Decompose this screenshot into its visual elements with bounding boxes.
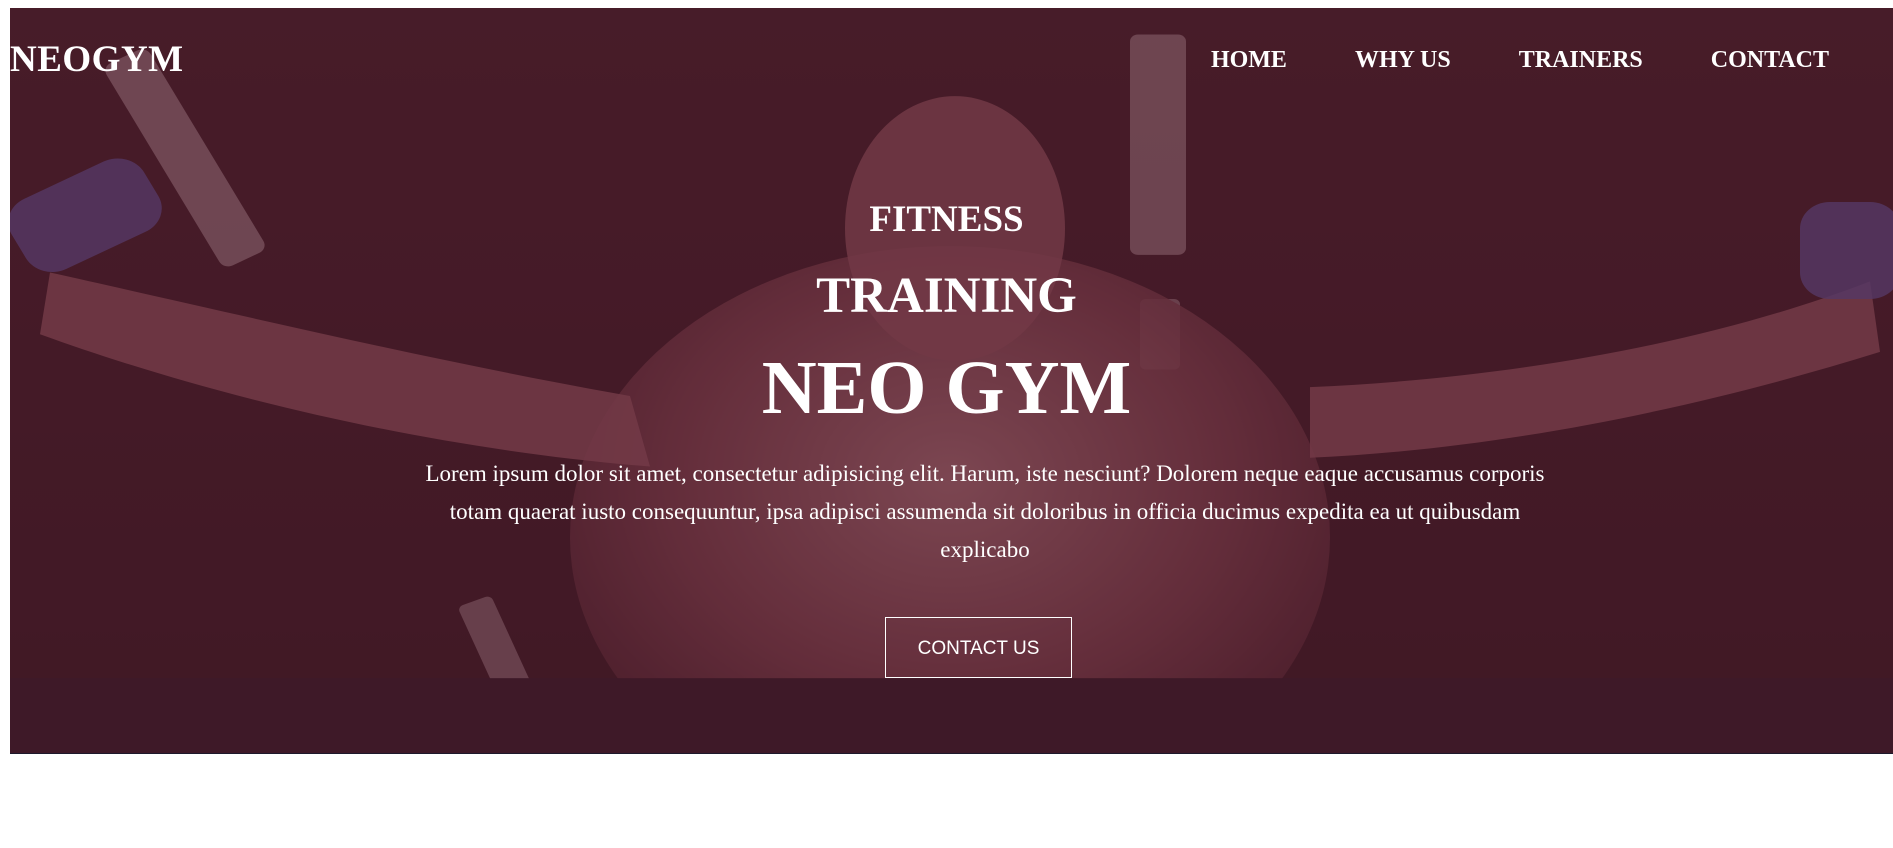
main-nav: HOME WHY US TRAINERS CONTACT [1143, 44, 1829, 76]
brand-logo[interactable]: NEOGYM [10, 38, 184, 82]
page: NEOGYM HOME WHY US TRAINERS CONTACT FITN… [0, 0, 1893, 848]
nav-why-us[interactable]: WHY US [1355, 44, 1451, 76]
footer-band-overlay [10, 753, 1893, 754]
nav-trainers[interactable]: TRAINERS [1519, 44, 1643, 76]
nav-contact[interactable]: CONTACT [1711, 44, 1829, 76]
top-strip [0, 0, 1893, 8]
hero-description: Lorem ipsum dolor sit amet, consectetur … [425, 461, 1545, 562]
nav-home[interactable]: HOME [1211, 44, 1287, 76]
hero-title: NEO GYM [761, 346, 1132, 430]
hero-subtitle-training: TRAINING [816, 268, 1077, 324]
hero-subtitle-fitness: FITNESS [869, 199, 1024, 240]
contact-us-button[interactable]: CONTACT US [885, 617, 1072, 678]
